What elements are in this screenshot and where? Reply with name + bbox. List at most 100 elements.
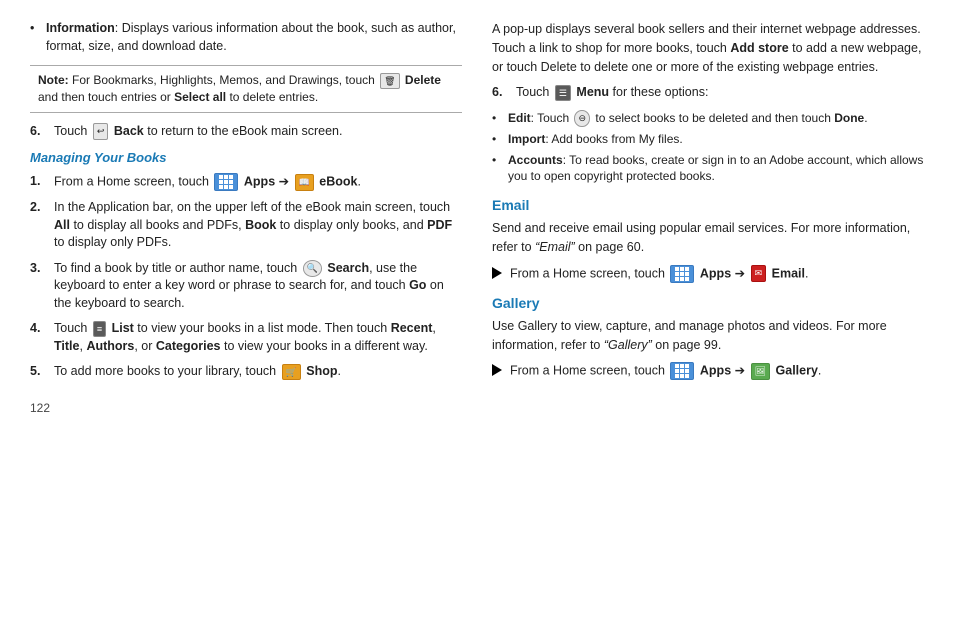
gallery-period: . <box>818 364 821 378</box>
shop-label: Shop <box>306 364 337 378</box>
email-apps-label: Apps <box>700 266 731 280</box>
right-step-6-content: Touch ☰ Menu for these options: <box>516 84 924 102</box>
accounts-text: : To read books, create or sign in to an… <box>508 153 923 184</box>
back-label: Back <box>114 124 144 138</box>
step-5-num: 5. <box>30 363 54 381</box>
step-2-text2: to display all books and PDFs, <box>70 218 245 232</box>
email-para: Send and receive email using popular ema… <box>492 219 924 257</box>
email-arrow-row: From a Home screen, touch Apps ➔ ✉ Email… <box>492 265 924 283</box>
email-apps-icon <box>670 265 694 283</box>
page-container: Information: Displays various informatio… <box>30 20 924 415</box>
apps-grid-icon <box>214 173 238 191</box>
step-4-text3: to view your books in a different way. <box>221 339 428 353</box>
book-label: Book <box>245 218 276 232</box>
accounts-label: Accounts <box>508 153 563 167</box>
note-text1: For Bookmarks, Highlights, Memos, and Dr… <box>69 73 378 87</box>
categories-label: Categories <box>156 339 221 353</box>
email-arrow-sym: ➔ <box>735 266 745 280</box>
authors-label: Authors <box>86 339 134 353</box>
comma1: , <box>432 321 435 335</box>
email-para2: on page 60. <box>575 240 645 254</box>
email-section-title: Email <box>492 197 924 213</box>
gallery-label: Gallery <box>776 364 818 378</box>
delete-label: Delete <box>405 73 441 87</box>
gallery-arrow-row: From a Home screen, touch Apps ➔ 🖼 Galle… <box>492 362 924 380</box>
step-4-text2: to view your books in a list mode. Then … <box>134 321 391 335</box>
edit-label: Edit <box>508 111 531 125</box>
email-ref: “Email” <box>535 240 575 254</box>
step-6-content: Touch ↩ Back to return to the eBook main… <box>54 123 462 141</box>
step-1-content: From a Home screen, touch Apps ➔ 📖 eBook… <box>54 173 462 191</box>
left-column: Information: Displays various informatio… <box>30 20 462 415</box>
gallery-section-title: Gallery <box>492 295 924 311</box>
step-2-text3: to display only books, and <box>276 218 427 232</box>
right-para1: A pop-up displays several book sellers a… <box>492 20 924 76</box>
step-2-text4: to display only PDFs. <box>54 235 171 249</box>
email-app-icon: ✉ <box>751 265 767 282</box>
title-label: Title <box>54 339 79 353</box>
email-period: . <box>805 266 808 280</box>
gallery-arrow-sym: ➔ <box>735 364 745 378</box>
email-arrow-text: From a Home screen, touch Apps ➔ ✉ Email… <box>510 265 808 283</box>
note-text3: to delete entries. <box>226 90 318 104</box>
all-label: All <box>54 218 70 232</box>
gallery-from-text: From a Home screen, touch <box>510 364 668 378</box>
step-3-num: 3. <box>30 260 54 313</box>
delete-icon: 🗑 <box>380 73 399 90</box>
edit-circle-icon: ⊖ <box>574 110 590 127</box>
step-1: 1. From a Home screen, touch Apps ➔ 📖 eB… <box>30 173 462 191</box>
email-label: Email <box>772 266 805 280</box>
search-icon: 🔍 <box>303 260 322 277</box>
step-5: 5. To add more books to your library, to… <box>30 363 462 381</box>
go-label: Go <box>409 278 426 292</box>
note-box: Note: For Bookmarks, Highlights, Memos, … <box>30 65 462 113</box>
sub-bullet-import: Import: Add books from My files. <box>492 131 924 148</box>
step-4-text1: Touch <box>54 321 91 335</box>
step-4-num: 4. <box>30 320 54 355</box>
step-2: 2. In the Application bar, on the upper … <box>30 199 462 252</box>
import-text: : Add books from My files. <box>545 132 682 146</box>
right-step-6-text2: for these options: <box>609 85 708 99</box>
sub-bullet-edit: Edit: Touch ⊖ to select books to be dele… <box>492 110 924 127</box>
email-arrow-triangle <box>492 267 502 279</box>
step-6-text2: to return to the eBook main screen. <box>144 124 343 138</box>
right-step-6-num: 6. <box>492 84 516 102</box>
email-from-text: From a Home screen, touch <box>510 266 668 280</box>
list-label: List <box>112 321 134 335</box>
gallery-apps-icon <box>670 362 694 380</box>
step-6-back: 6. Touch ↩ Back to return to the eBook m… <box>30 123 462 141</box>
list-icon: ≡ <box>93 321 106 338</box>
pdf-label: PDF <box>427 218 452 232</box>
note-text2: and then touch entries or <box>38 90 174 104</box>
gallery-arrow-triangle <box>492 364 502 376</box>
step-1-arrow: ➔ <box>279 175 289 189</box>
done-label: Done <box>834 111 864 125</box>
edit-action: to select books to be deleted and then t… <box>592 111 834 125</box>
step-1-num: 1. <box>30 173 54 191</box>
right-column: A pop-up displays several book sellers a… <box>492 20 924 415</box>
search-label: Search <box>327 261 369 275</box>
step-3-text1: To find a book by title or author name, … <box>54 261 301 275</box>
ebook-label: eBook <box>319 175 357 189</box>
menu-icon: ☰ <box>555 85 571 102</box>
step-5-text2: . <box>338 364 341 378</box>
bullet-info: Information: Displays various informatio… <box>30 20 462 55</box>
step-2-num: 2. <box>30 199 54 252</box>
shop-icon: 🛒 <box>282 364 301 381</box>
right-step-6: 6. Touch ☰ Menu for these options: <box>492 84 924 102</box>
gallery-para: Use Gallery to view, capture, and manage… <box>492 317 924 355</box>
recent-label: Recent <box>391 321 433 335</box>
add-store-label: Add store <box>730 41 788 55</box>
note-label: Note: <box>38 73 69 87</box>
step-2-text: In the Application bar, on the upper lef… <box>54 200 450 214</box>
comma3: , or <box>134 339 156 353</box>
bullet-info-label: Information <box>46 21 115 35</box>
step-1-text1: From a Home screen, touch <box>54 175 212 189</box>
right-step-6-text1: Touch <box>516 85 553 99</box>
step-3: 3. To find a book by title or author nam… <box>30 260 462 313</box>
gallery-ref: “Gallery” <box>604 338 652 352</box>
step-4: 4. Touch ≡ List to view your books in a … <box>30 320 462 355</box>
sub-bullet-accounts: Accounts: To read books, create or sign … <box>492 152 924 186</box>
step-6-num: 6. <box>30 123 54 141</box>
import-label: Import <box>508 132 545 146</box>
